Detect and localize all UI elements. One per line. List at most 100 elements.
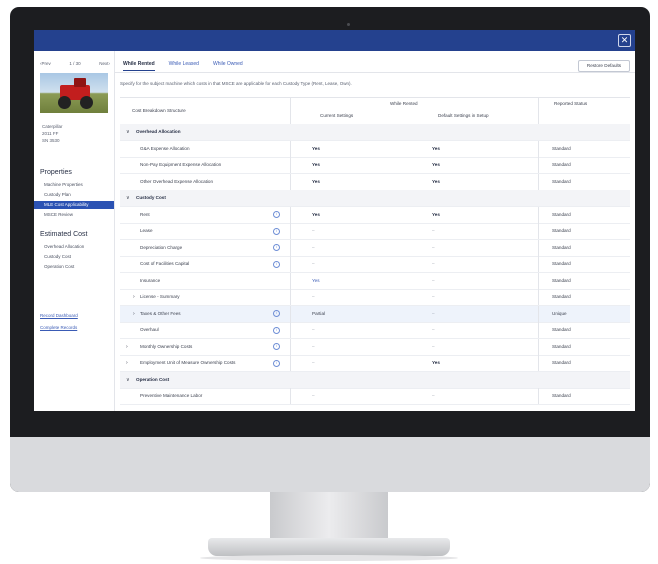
- status-badge: Standard: [552, 360, 571, 365]
- column-divider: [290, 355, 291, 371]
- table-row[interactable]: › License - Summary – – Standard: [120, 289, 630, 306]
- close-icon[interactable]: ✕: [618, 34, 631, 47]
- chevron-down-icon[interactable]: ∨: [126, 190, 130, 206]
- restore-defaults-button[interactable]: Restore Defaults: [578, 60, 630, 72]
- column-divider: [290, 388, 291, 404]
- record-navigator: ‹Prev 1 / 30 Next›: [40, 61, 110, 66]
- table-row: Lease i – – Standard: [120, 223, 630, 240]
- chevron-right-icon[interactable]: ›: [133, 306, 135, 322]
- tractor-wheel: [80, 96, 93, 109]
- info-icon[interactable]: i: [273, 260, 280, 268]
- record-dashboard-link[interactable]: Record Dashboard: [40, 313, 78, 318]
- table-row: Other Overhead Expense Allocation Yes Yes S…: [120, 173, 630, 191]
- current-setting[interactable]: Yes: [312, 273, 320, 289]
- info-icon[interactable]: i: [273, 211, 280, 218]
- column-divider: [290, 173, 291, 190]
- sidebar-item-custody-cost[interactable]: Custody Cost: [34, 253, 114, 261]
- current-setting[interactable]: Yes: [312, 157, 320, 173]
- sidebar-item-machine-properties[interactable]: Machine Properties: [34, 181, 114, 189]
- info-icon[interactable]: i: [273, 343, 280, 350]
- prev-link[interactable]: ‹Prev: [40, 61, 51, 66]
- default-setting: Yes: [432, 178, 440, 184]
- header-divider: [290, 98, 291, 124]
- sidebar-item-msce-review[interactable]: MSCE Review: [34, 211, 114, 219]
- sidebar-item-custody-plan[interactable]: Custody Plan: [34, 191, 114, 199]
- current-setting[interactable]: Yes: [312, 207, 320, 223]
- table-row: Preventive Maintenance Labor – – Standard: [120, 388, 630, 405]
- status-badge: Standard: [552, 244, 571, 250]
- current-setting[interactable]: –: [312, 240, 315, 256]
- current-setting[interactable]: –: [312, 223, 315, 239]
- info-icon[interactable]: i: [273, 227, 280, 235]
- current-setting[interactable]: Yes: [312, 174, 320, 190]
- column-divider: [538, 157, 539, 173]
- table-row[interactable]: › Monthly Ownership Costs i – – Standard: [120, 338, 630, 356]
- column-divider: [538, 223, 539, 239]
- table-row[interactable]: › Taxes & Other Fees i Partial – Unique: [120, 305, 630, 323]
- sidebar-item-cost-applicability[interactable]: MLE Cost Applicability: [34, 201, 114, 209]
- group-row[interactable]: ∨ Operation Cost: [120, 371, 630, 389]
- current-setting[interactable]: Partial: [312, 306, 325, 322]
- current-setting[interactable]: Yes: [312, 141, 320, 157]
- status-badge: Standard: [552, 145, 571, 151]
- app-screen: ✕ ‹Prev 1 / 30 Next› Caterpillar 2011 FF…: [34, 30, 635, 411]
- machine-meta: Caterpillar 2011 FF SN 3530: [42, 123, 63, 144]
- tab-while-owned[interactable]: While Owned: [213, 61, 243, 71]
- status-badge: Standard: [552, 261, 571, 266]
- complete-records-link[interactable]: Complete Records: [40, 325, 77, 330]
- cost-label: Taxes & Other Fees: [140, 310, 181, 316]
- info-icon[interactable]: i: [273, 359, 280, 367]
- column-divider: [538, 173, 539, 190]
- group-row[interactable]: ∨ Custody Cost: [120, 190, 630, 207]
- default-setting: –: [432, 294, 435, 299]
- cost-label: Rent: [140, 211, 150, 217]
- default-setting: –: [432, 343, 435, 349]
- chevron-down-icon[interactable]: ∨: [126, 372, 130, 388]
- info-icon[interactable]: i: [273, 244, 280, 251]
- cost-label: Lease: [140, 228, 153, 233]
- column-divider: [538, 206, 539, 223]
- monitor-stand-base: [208, 538, 450, 556]
- sidebar-item-overhead-allocation[interactable]: Overhead Allocation: [34, 243, 114, 251]
- column-divider: [538, 305, 539, 322]
- chevron-right-icon[interactable]: ›: [126, 339, 128, 355]
- column-divider: [538, 256, 539, 272]
- current-setting[interactable]: –: [312, 388, 315, 404]
- chevron-right-icon[interactable]: ›: [126, 355, 128, 371]
- column-divider: [290, 140, 291, 157]
- machine-make: Caterpillar: [42, 124, 63, 129]
- column-divider: [290, 338, 291, 355]
- column-divider: [290, 272, 291, 289]
- default-setting: –: [432, 277, 435, 283]
- default-setting: –: [432, 228, 435, 233]
- column-divider: [538, 322, 539, 338]
- current-setting[interactable]: –: [312, 355, 315, 371]
- tab-divider: [115, 72, 635, 73]
- next-link[interactable]: Next›: [99, 61, 110, 66]
- column-divider: [538, 289, 539, 305]
- table-row: Overhaul i – – Standard: [120, 322, 630, 339]
- group-row[interactable]: ∨ Overhead Allocation: [120, 124, 630, 141]
- status-badge: Standard: [552, 228, 571, 233]
- default-setting: Yes: [432, 211, 440, 217]
- status-badge: Standard: [552, 343, 571, 349]
- current-setting[interactable]: –: [312, 256, 315, 272]
- default-setting: –: [432, 327, 435, 332]
- column-divider: [290, 256, 291, 272]
- tab-while-rented[interactable]: While Rented: [123, 61, 155, 71]
- chevron-down-icon[interactable]: ∨: [126, 124, 130, 140]
- chevron-right-icon[interactable]: ›: [133, 289, 135, 305]
- current-setting[interactable]: –: [312, 322, 315, 338]
- status-badge: Standard: [552, 178, 571, 184]
- info-icon[interactable]: i: [273, 310, 280, 317]
- tab-while-leased[interactable]: While Leased: [169, 61, 199, 71]
- table-row[interactable]: › Employment Unit of Measure Ownership Co…: [120, 355, 630, 372]
- status-badge: Unique: [552, 310, 567, 316]
- info-icon[interactable]: i: [273, 326, 280, 334]
- column-divider: [538, 140, 539, 157]
- current-setting[interactable]: –: [312, 289, 315, 305]
- sidebar-item-operation-cost[interactable]: Operation Cost: [34, 263, 114, 271]
- default-setting: –: [432, 393, 435, 398]
- current-setting[interactable]: –: [312, 339, 315, 355]
- default-setting: Yes: [432, 360, 440, 365]
